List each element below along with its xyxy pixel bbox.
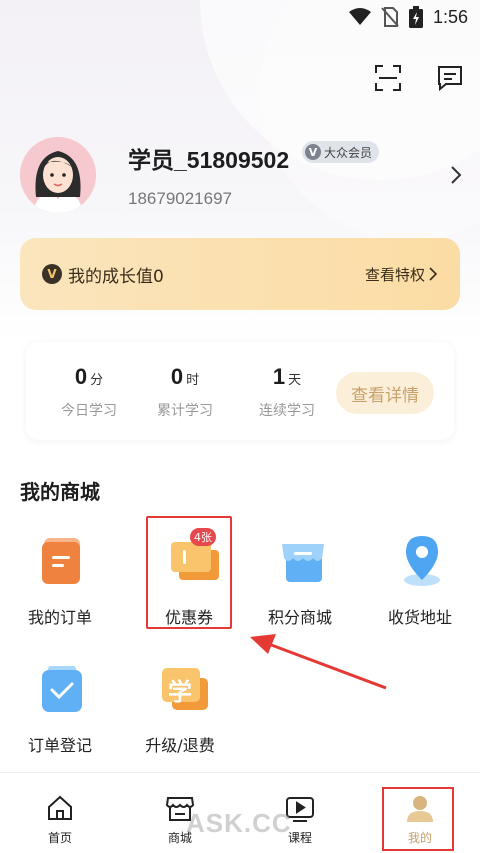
study-stats-card: 0分 今日学习 0时 累计学习 1天 连续学习 查看详情 (26, 342, 454, 440)
order-register-icon (40, 660, 84, 716)
vip-icon: V (42, 264, 62, 284)
phone-number: 18679021697 (128, 189, 233, 208)
stat-label: 连续学习 (259, 403, 315, 419)
upgrade-glyph: 学 (168, 678, 192, 706)
wifi-icon (348, 8, 371, 25)
stat-unit: 天 (288, 373, 302, 388)
nav-label: 首页 (47, 831, 72, 845)
nav-home[interactable]: 首页 (20, 783, 100, 846)
mall-item-upgrade-refund[interactable]: 学 升级/退费 (120, 648, 240, 768)
avatar[interactable] (20, 137, 96, 213)
status-time: 1:56 (432, 6, 468, 27)
stat-value: 0 (170, 364, 184, 389)
battery-icon (408, 6, 423, 28)
mall-item-label: 我的订单 (27, 608, 92, 627)
header-actions (374, 64, 464, 92)
stat-value: 1 (272, 364, 286, 389)
mall-item-label: 升级/退费 (145, 736, 215, 755)
growth-card[interactable]: V 我的成长值0 查看特权 (20, 238, 460, 310)
stat-label: 今日学习 (61, 403, 117, 419)
mall-item-label: 积分商城 (267, 608, 332, 627)
stat-unit: 时 (186, 373, 200, 388)
stat-today: 0分 今日学习 (34, 364, 144, 420)
watermark: ASK.CC (186, 808, 292, 838)
chevron-right-icon (429, 267, 438, 281)
stat-total: 0时 累计学习 (130, 364, 240, 420)
points-store-icon (280, 532, 324, 588)
home-icon (45, 793, 75, 823)
upgrade-refund-icon: 学 (160, 660, 208, 716)
stat-value: 0 (74, 364, 88, 389)
order-icon (40, 532, 84, 588)
mall-item-address[interactable]: 收货地址 (360, 520, 480, 640)
mall-item-points-store[interactable]: 积分商城 (240, 520, 360, 640)
username: 学员_51809502 (128, 147, 290, 173)
location-icon (400, 532, 444, 588)
member-badge-label: 大众会员 (324, 145, 373, 160)
stat-unit: 分 (90, 373, 104, 388)
mall-item-order-register[interactable]: 订单登记 (0, 648, 120, 768)
member-badge: V 大众会员 (302, 141, 380, 163)
no-sim-icon (381, 7, 399, 27)
profile-section[interactable]: 学员_51809502 V 大众会员 18679021697 (20, 137, 470, 217)
view-privileges-label: 查看特权 (364, 265, 425, 284)
nav-profile-highlight (382, 787, 454, 851)
view-details-button[interactable]: 查看详情 (336, 372, 434, 414)
coupon-highlight (146, 516, 232, 629)
mall-item-label: 订单登记 (27, 736, 92, 755)
mall-item-label: 收货地址 (387, 608, 452, 627)
mall-item-orders[interactable]: 我的订单 (0, 520, 120, 640)
mall-section-title: 我的商城 (20, 480, 100, 504)
vip-icon: V (305, 144, 321, 160)
view-privileges-link[interactable]: 查看特权 (365, 264, 438, 285)
growth-label: 我的成长值0 (68, 266, 164, 287)
stat-streak: 1天 连续学习 (232, 364, 342, 420)
chevron-right-icon[interactable] (450, 165, 462, 189)
scan-icon[interactable] (374, 64, 402, 92)
message-icon[interactable] (436, 64, 464, 92)
stat-label: 累计学习 (157, 403, 213, 419)
status-bar: 1:56 (0, 0, 480, 34)
